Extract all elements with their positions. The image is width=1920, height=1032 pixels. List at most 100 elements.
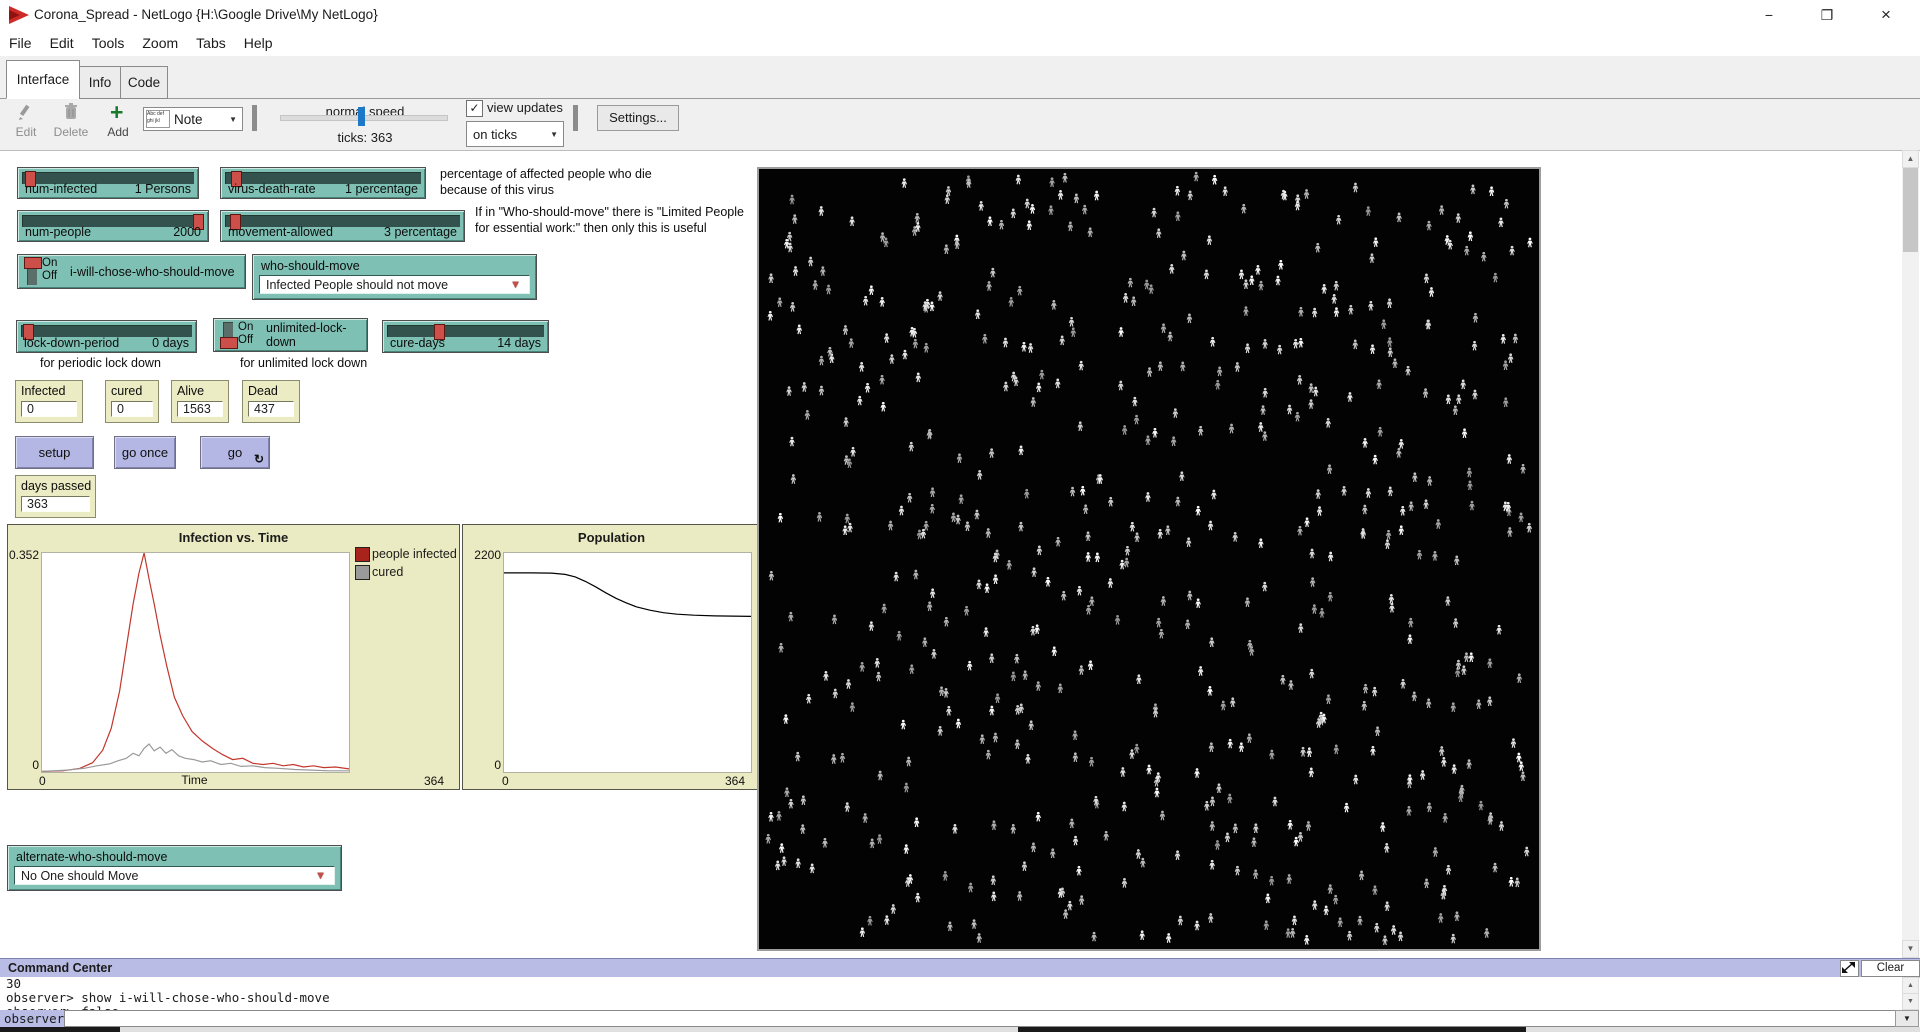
tab-code[interactable]: Code <box>120 66 168 99</box>
toolbar-separator <box>252 105 257 131</box>
command-center-output[interactable]: 30 observer> show i-will-chose-who-shoul… <box>0 977 1902 1011</box>
y-min-label: 0 <box>20 758 39 772</box>
forever-icon: ↻ <box>254 452 264 466</box>
go-button[interactable]: go ↻ <box>200 436 270 469</box>
scroll-down-icon[interactable]: ▼ <box>1902 940 1919 958</box>
button-label: setup <box>39 445 71 460</box>
agents-canvas <box>759 169 1539 949</box>
slider-virus-death-rate[interactable]: virus-death-rate 1 percentage <box>220 167 426 199</box>
speed-slider-thumb[interactable] <box>358 107 365 126</box>
chooser-who-should-move[interactable]: who-should-move Infected People should n… <box>252 254 537 300</box>
switch-i-will-chose-who-should-move[interactable]: OnOff i-will-chose-who-should-move <box>17 254 246 289</box>
monitor-dead: Dead 437 <box>242 380 300 423</box>
scroll-up-icon[interactable]: ▲ <box>1902 150 1919 168</box>
menu-tools[interactable]: Tools <box>83 35 134 51</box>
plot-infection-vs-time: Infection vs. Time 0.352 0 0 Time 364 pe… <box>7 524 460 790</box>
command-input-row: observer> ▼ <box>0 1010 1920 1027</box>
menu-zoom[interactable]: Zoom <box>133 35 187 51</box>
output-line: observer> show i-will-chose-who-should-m… <box>0 991 1902 1005</box>
tab-strip: Interface Info Code <box>0 56 1920 99</box>
chooser-triangle-icon: ▼ <box>510 279 521 291</box>
switch-label: i-will-chose-who-should-move <box>70 255 235 288</box>
slider-lock-down-period[interactable]: lock-down-period0 days <box>16 320 197 353</box>
minimize-button[interactable]: − <box>1745 0 1793 30</box>
scroll-strip-segment <box>0 1027 120 1032</box>
window-title: Corona_Spread - NetLogo {H:\Google Drive… <box>34 0 378 30</box>
slider-label: lock-down-period <box>24 336 119 350</box>
menu-file[interactable]: File <box>0 35 41 51</box>
monitor-value: 0 <box>111 401 153 417</box>
slider-movement-allowed[interactable]: movement-allowed3 percentage <box>220 210 465 242</box>
chooser-dropdown[interactable]: Infected People should not move ▼ <box>259 275 530 294</box>
monitor-value: 1563 <box>177 401 223 417</box>
plot-population: Population 2200 0 0 364 <box>462 524 761 790</box>
monitor-label: cured <box>111 384 142 398</box>
command-center-expand-button[interactable] <box>1840 960 1859 977</box>
widget-type-value: Note <box>174 112 203 127</box>
slider-cure-days[interactable]: cure-days 14 days <box>382 320 549 353</box>
menu-edit[interactable]: Edit <box>41 35 83 51</box>
scrollbar-thumb[interactable] <box>1903 168 1918 252</box>
main-scrollbar[interactable]: ▲ ▼ <box>1902 150 1919 958</box>
monitor-days-passed: days passed 363 <box>15 475 96 518</box>
tab-interface[interactable]: Interface <box>6 60 80 99</box>
plot-title: Population <box>463 530 760 545</box>
delete-trash-icon[interactable] <box>64 103 78 120</box>
add-plus-icon[interactable]: + <box>110 99 123 126</box>
command-input[interactable] <box>64 1010 1895 1027</box>
scroll-up-icon[interactable]: ▲ <box>1902 977 1919 994</box>
button-label: go once <box>122 445 168 460</box>
slider-value: 3 percentage <box>384 225 457 239</box>
slider-label: num-infected <box>25 182 97 196</box>
switch-knob[interactable] <box>24 257 42 269</box>
y-min-label: 0 <box>485 758 501 772</box>
settings-button[interactable]: Settings... <box>597 105 679 131</box>
population-chart <box>504 553 751 772</box>
add-tool-label[interactable]: Add <box>100 125 136 139</box>
chooser-label: who-should-move <box>261 259 360 273</box>
slider-label: cure-days <box>390 336 445 350</box>
go-once-button[interactable]: go once <box>114 436 176 469</box>
legend-label-infected: people infected <box>372 547 457 561</box>
update-mode-value: on ticks <box>473 127 517 142</box>
note-unlimited-lockdown: for unlimited lock down <box>240 356 410 372</box>
chooser-dropdown[interactable]: No One should Move ▼ <box>14 866 335 885</box>
scroll-down-icon[interactable]: ▼ <box>1902 993 1919 1010</box>
edit-pencil-icon[interactable] <box>18 104 33 120</box>
slider-value: 14 days <box>497 336 541 350</box>
chevron-down-icon: ▼ <box>550 130 558 139</box>
close-button[interactable]: × <box>1862 0 1910 30</box>
clear-button[interactable]: Clear <box>1861 960 1920 977</box>
history-dropdown-button[interactable]: ▼ <box>1895 1010 1919 1027</box>
y-max-label: 2200 <box>465 548 501 562</box>
widget-type-combo[interactable]: Abc def ghi jkl Note ▼ <box>143 107 243 131</box>
netlogo-logo-icon <box>9 6 29 24</box>
output-scrollbar[interactable]: ▲ ▼ <box>1902 977 1919 1010</box>
delete-tool-label[interactable]: Delete <box>48 125 94 139</box>
monitor-value: 0 <box>21 401 77 417</box>
menu-tabs[interactable]: Tabs <box>187 35 235 51</box>
menu-help[interactable]: Help <box>235 35 282 51</box>
chooser-alternate-who-should-move[interactable]: alternate-who-should-move No One should … <box>7 845 342 891</box>
slider-label: virus-death-rate <box>228 182 316 196</box>
setup-button[interactable]: setup <box>15 436 94 469</box>
switch-knob[interactable] <box>220 337 238 349</box>
edit-tool-label[interactable]: Edit <box>8 125 44 139</box>
switch-unlimited-lock-down[interactable]: OnOff unlimited-lock-down <box>213 318 368 352</box>
monitor-label: days passed <box>21 479 91 493</box>
slider-value: 1 percentage <box>345 182 418 196</box>
menu-bar: File Edit Tools Zoom Tabs Help <box>0 30 1920 56</box>
slider-num-infected[interactable]: num-infected1 Persons <box>17 167 199 199</box>
monitor-alive: Alive 1563 <box>171 380 229 423</box>
scroll-strip-segment <box>1018 1027 1526 1032</box>
restore-button[interactable]: ❐ <box>1803 0 1851 30</box>
monitor-label: Alive <box>177 384 204 398</box>
view-updates-checkbox[interactable]: ✓ <box>466 100 483 117</box>
chevron-down-icon: ▼ <box>229 115 237 124</box>
slider-num-people[interactable]: num-people2000 <box>17 210 209 242</box>
output-line: 30 <box>0 977 1902 991</box>
switch-off-label: Off <box>238 334 253 347</box>
tab-info[interactable]: Info <box>79 66 121 99</box>
monitor-value: 363 <box>21 496 90 512</box>
update-mode-combo[interactable]: on ticks ▼ <box>466 121 564 147</box>
